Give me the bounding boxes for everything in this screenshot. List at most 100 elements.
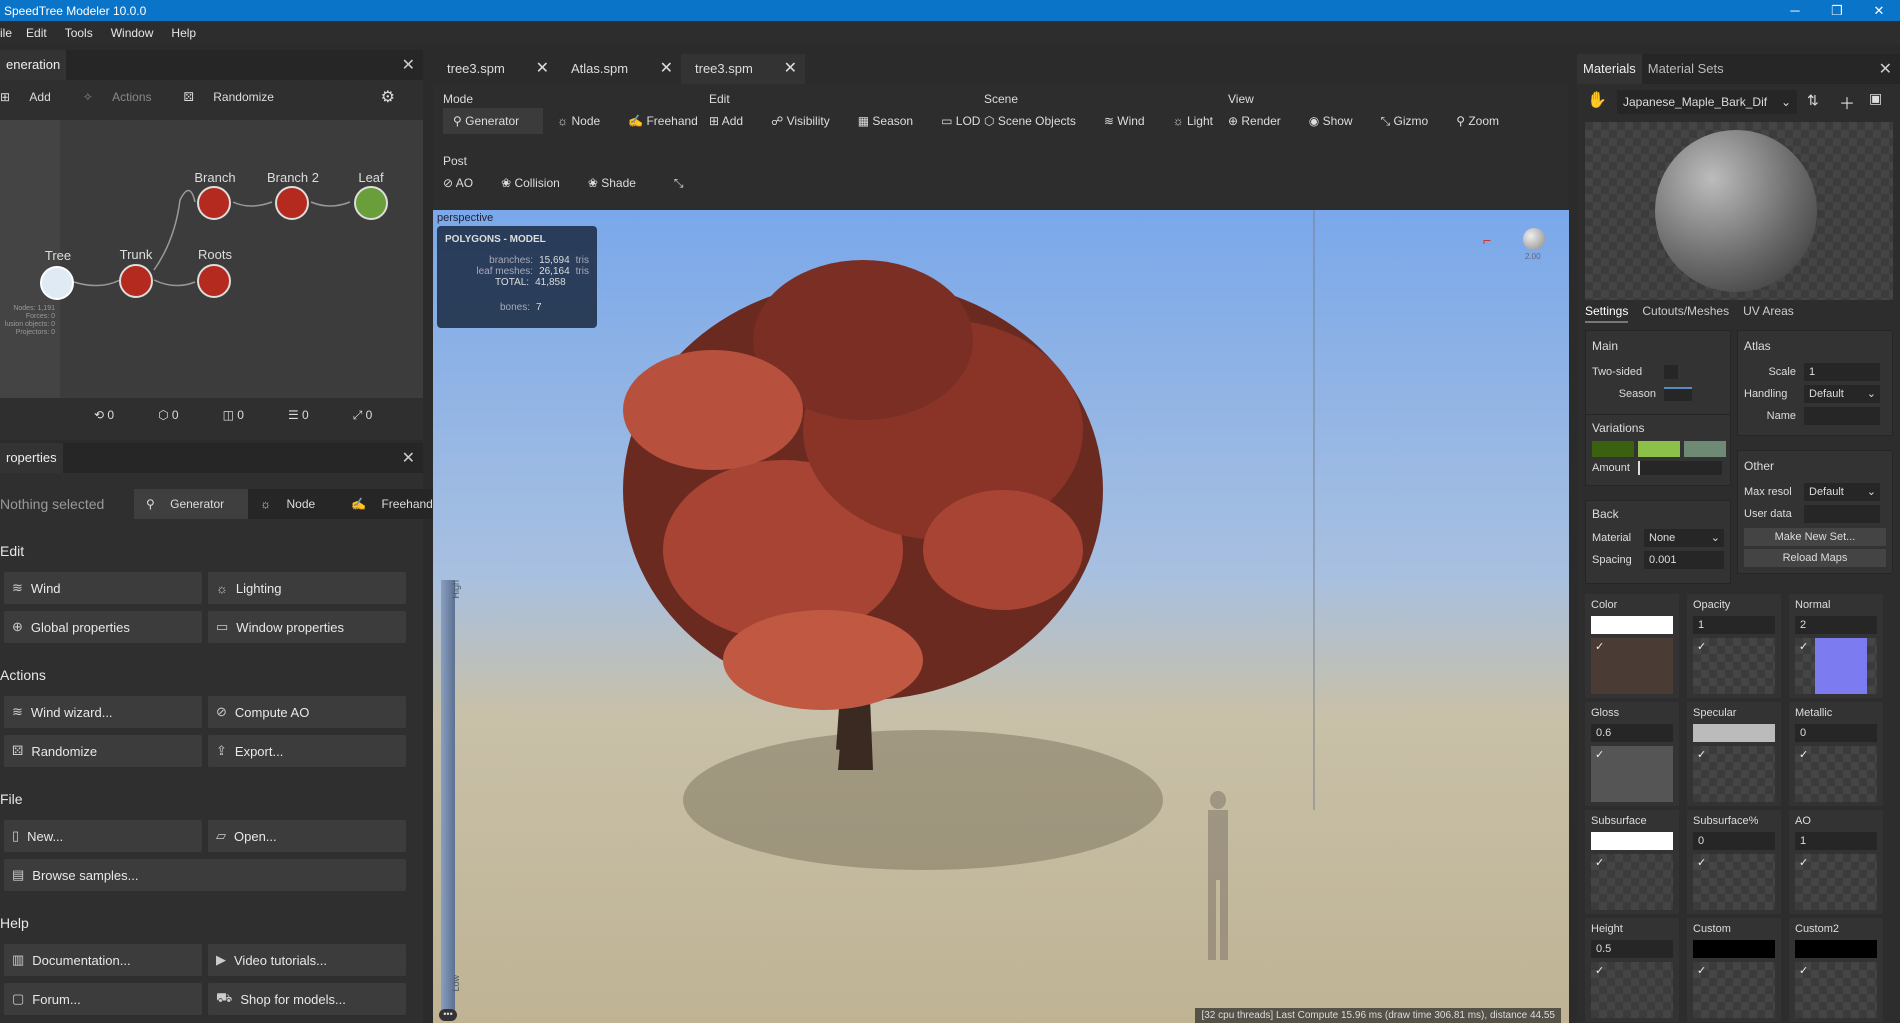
actions-button[interactable]: ✧ Actions (83, 90, 168, 104)
node-branch[interactable] (197, 186, 231, 220)
ribbon-ao-button[interactable]: ⊘ AO (443, 176, 487, 191)
mode-node[interactable]: ☼ Node (248, 489, 339, 519)
map-slot-subsurface-percent[interactable]: Subsurface% 0 ✓ (1687, 810, 1781, 914)
hand-icon[interactable]: ✋ (1587, 90, 1607, 110)
clipboard-icon[interactable]: ▣ (1869, 90, 1882, 107)
new-button[interactable]: ▯ New... (4, 820, 202, 852)
check-icon[interactable]: ✓ (1697, 748, 1706, 761)
menu-edit[interactable]: Edit (26, 26, 47, 40)
slot-value[interactable]: 1 (1795, 832, 1877, 850)
ribbon-generator-button[interactable]: ⚲ Generator (443, 108, 544, 134)
tab-cutouts-meshes[interactable]: Cutouts/Meshes (1642, 304, 1729, 323)
minimize-button[interactable]: ─ (1774, 0, 1816, 21)
materials-tab[interactable]: Materials (1577, 54, 1642, 84)
max-resol-select[interactable]: Default ⌄ (1804, 483, 1880, 501)
close-icon[interactable]: ✕ (402, 55, 415, 75)
add-material-icon[interactable]: ＋ (1839, 90, 1855, 114)
map-slot-height[interactable]: Height 0.5 ✓ (1585, 918, 1679, 1022)
reload-maps-button[interactable]: Reload Maps (1744, 549, 1886, 567)
ribbon-shade-button[interactable]: ❀ Shade (588, 176, 650, 191)
check-icon[interactable]: ✓ (1697, 640, 1706, 653)
make-new-set-button[interactable]: Make New Set... (1744, 528, 1886, 546)
gear-icon[interactable]: ⚙ (381, 87, 395, 107)
check-icon[interactable]: ✓ (1595, 748, 1604, 761)
slot-value[interactable] (1693, 940, 1775, 958)
light-direction-icon[interactable] (1523, 228, 1545, 250)
ribbon-wind-button[interactable]: ≋ Wind (1104, 114, 1159, 128)
scale-input[interactable]: 1 (1804, 363, 1880, 381)
slot-value[interactable] (1591, 616, 1673, 634)
map-slot-gloss[interactable]: Gloss 0.6 ✓ (1585, 702, 1679, 806)
tab-uv-areas[interactable]: UV Areas (1743, 304, 1794, 323)
ribbon-collision-button[interactable]: ❀ Collision (501, 176, 574, 191)
check-icon[interactable]: ✓ (1799, 640, 1808, 653)
node-leaf[interactable] (354, 186, 388, 220)
amount-slider[interactable] (1638, 461, 1722, 475)
ribbon-light-button[interactable]: ☼ Light (1173, 114, 1227, 128)
close-icon[interactable]: ✕ (402, 448, 415, 468)
wind-wizard-button[interactable]: ≋ Wind wizard... (4, 696, 202, 728)
doc-tab-tree3-active[interactable]: tree3.spm ✕ (681, 54, 805, 84)
check-icon[interactable]: ✓ (1799, 748, 1808, 761)
3d-viewport[interactable]: perspective POLYGONS - MODEL branches: 15… (433, 210, 1569, 1023)
variation-swatch-dark[interactable] (1592, 441, 1634, 457)
map-slot-ao[interactable]: AO 1 ✓ (1789, 810, 1883, 914)
slot-value[interactable]: 0 (1693, 832, 1775, 850)
check-icon[interactable]: ✓ (1595, 640, 1604, 653)
slot-value[interactable]: 1 (1693, 616, 1775, 634)
slot-value[interactable] (1795, 940, 1877, 958)
slot-value[interactable] (1591, 832, 1673, 850)
menu-help[interactable]: Help (171, 26, 196, 40)
node-roots[interactable] (197, 264, 231, 298)
slot-value[interactable]: 0.6 (1591, 724, 1673, 742)
wind-button[interactable]: ≋ Wind (4, 572, 202, 604)
map-slot-normal[interactable]: Normal 2 ✓ (1789, 594, 1883, 698)
global-properties-button[interactable]: ⊕ Global properties (4, 611, 202, 643)
map-slot-opacity[interactable]: Opacity 1 ✓ (1687, 594, 1781, 698)
close-icon[interactable]: ✕ (1879, 59, 1892, 79)
check-icon[interactable]: ✓ (1697, 964, 1706, 977)
map-slot-subsurface[interactable]: Subsurface ✓ (1585, 810, 1679, 914)
ribbon-gizmo-button[interactable]: ⤡ Gizmo (1381, 114, 1443, 129)
map-slot-custom2[interactable]: Custom2 ✓ (1789, 918, 1883, 1022)
material-sets-tab[interactable]: Material Sets (1641, 54, 1730, 84)
back-material-select[interactable]: None ⌄ (1644, 529, 1724, 547)
slot-value[interactable]: 2 (1795, 616, 1877, 634)
documentation-button[interactable]: ▥ Documentation... (4, 944, 202, 976)
randomize-action-button[interactable]: ⚄ Randomize (4, 735, 202, 767)
material-dropdown[interactable]: Japanese_Maple_Bark_Dif ⌄ (1617, 90, 1797, 114)
name-input[interactable] (1804, 407, 1880, 425)
swap-icon[interactable]: ⇅ (1807, 92, 1819, 109)
ribbon-freehand-button[interactable]: ✍ Freehand (628, 114, 712, 134)
check-icon[interactable]: ✓ (1799, 964, 1808, 977)
map-slot-custom[interactable]: Custom ✓ (1687, 918, 1781, 1022)
compute-ao-button[interactable]: ⊘ Compute AO (208, 696, 406, 728)
doc-tab-atlas[interactable]: Atlas.spm ✕ (557, 54, 681, 84)
check-icon[interactable]: ✓ (1697, 856, 1706, 869)
close-window-button[interactable]: ✕ (1858, 0, 1900, 21)
properties-tab[interactable]: roperties (0, 443, 63, 473)
shop-button[interactable]: ⛟ Shop for models... (208, 983, 406, 1015)
window-properties-button[interactable]: ▭ Window properties (208, 611, 406, 643)
menu-window[interactable]: Window (111, 26, 154, 40)
close-icon[interactable]: ✕ (536, 54, 549, 84)
map-slot-color[interactable]: Color ✓ (1585, 594, 1679, 698)
close-icon[interactable]: ✕ (660, 54, 673, 84)
check-icon[interactable]: ✓ (1595, 964, 1604, 977)
map-slot-specular[interactable]: Specular ✓ (1687, 702, 1781, 806)
map-slot-metallic[interactable]: Metallic 0 ✓ (1789, 702, 1883, 806)
material-preview-sphere[interactable] (1655, 130, 1817, 292)
ribbon-add-button[interactable]: ⊞ Add (709, 114, 757, 128)
check-icon[interactable]: ✓ (1799, 856, 1808, 869)
node-branch2[interactable] (275, 186, 309, 220)
ribbon-render-button[interactable]: ⊕ Render (1228, 114, 1295, 129)
ribbon-show-button[interactable]: ◉ Show (1309, 114, 1367, 129)
viewport-menu-icon[interactable]: ••• (439, 1009, 457, 1021)
randomize-button[interactable]: ⚄ Randomize (184, 90, 290, 104)
tab-settings[interactable]: Settings (1585, 304, 1629, 323)
ribbon-node-button[interactable]: ☼ Node (557, 114, 614, 134)
slot-value[interactable] (1693, 724, 1775, 742)
video-tutorials-button[interactable]: ▶ Video tutorials... (208, 944, 406, 976)
browse-samples-button[interactable]: ▤ Browse samples... (4, 859, 406, 891)
variation-swatch-gray[interactable] (1684, 441, 1726, 457)
